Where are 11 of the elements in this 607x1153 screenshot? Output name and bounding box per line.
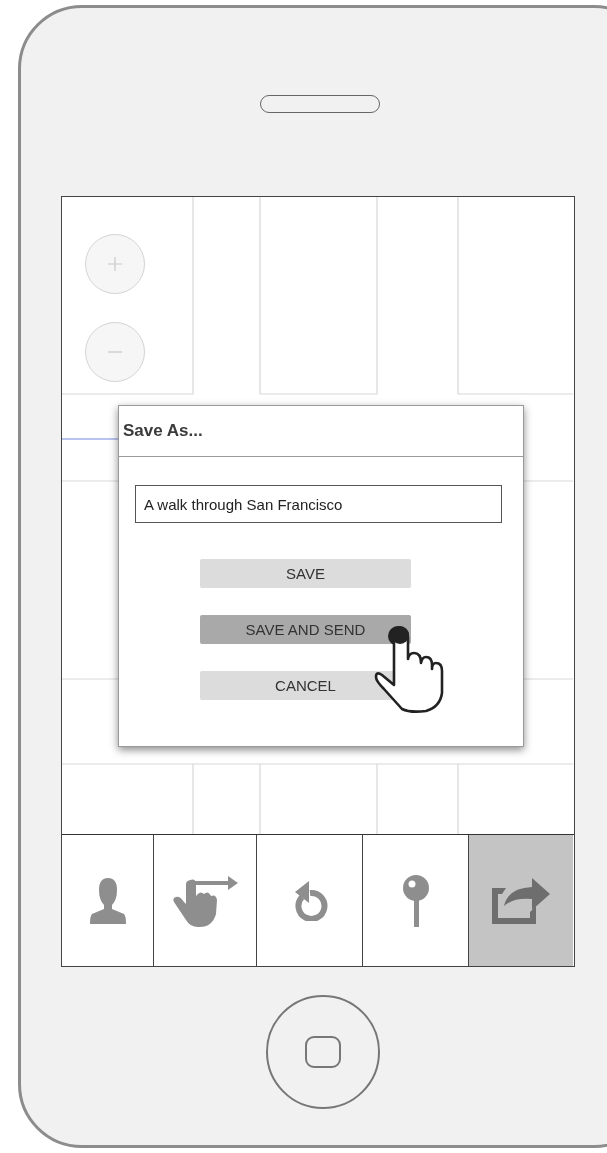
share-icon xyxy=(492,877,550,924)
home-button[interactable] xyxy=(266,995,380,1109)
toolbar-button[interactable] xyxy=(469,835,573,966)
person-icon xyxy=(89,877,126,924)
dialog-button[interactable]: SAVE AND SEND xyxy=(200,615,411,644)
map-pin-icon xyxy=(401,874,430,927)
plus-icon xyxy=(107,256,123,272)
file-name-field[interactable]: A walk through San Francisco xyxy=(135,485,502,523)
dialog-button[interactable]: SAVE xyxy=(200,559,411,588)
dialog-title: Save As... xyxy=(123,421,203,441)
swipe-hand-icon xyxy=(172,873,238,928)
